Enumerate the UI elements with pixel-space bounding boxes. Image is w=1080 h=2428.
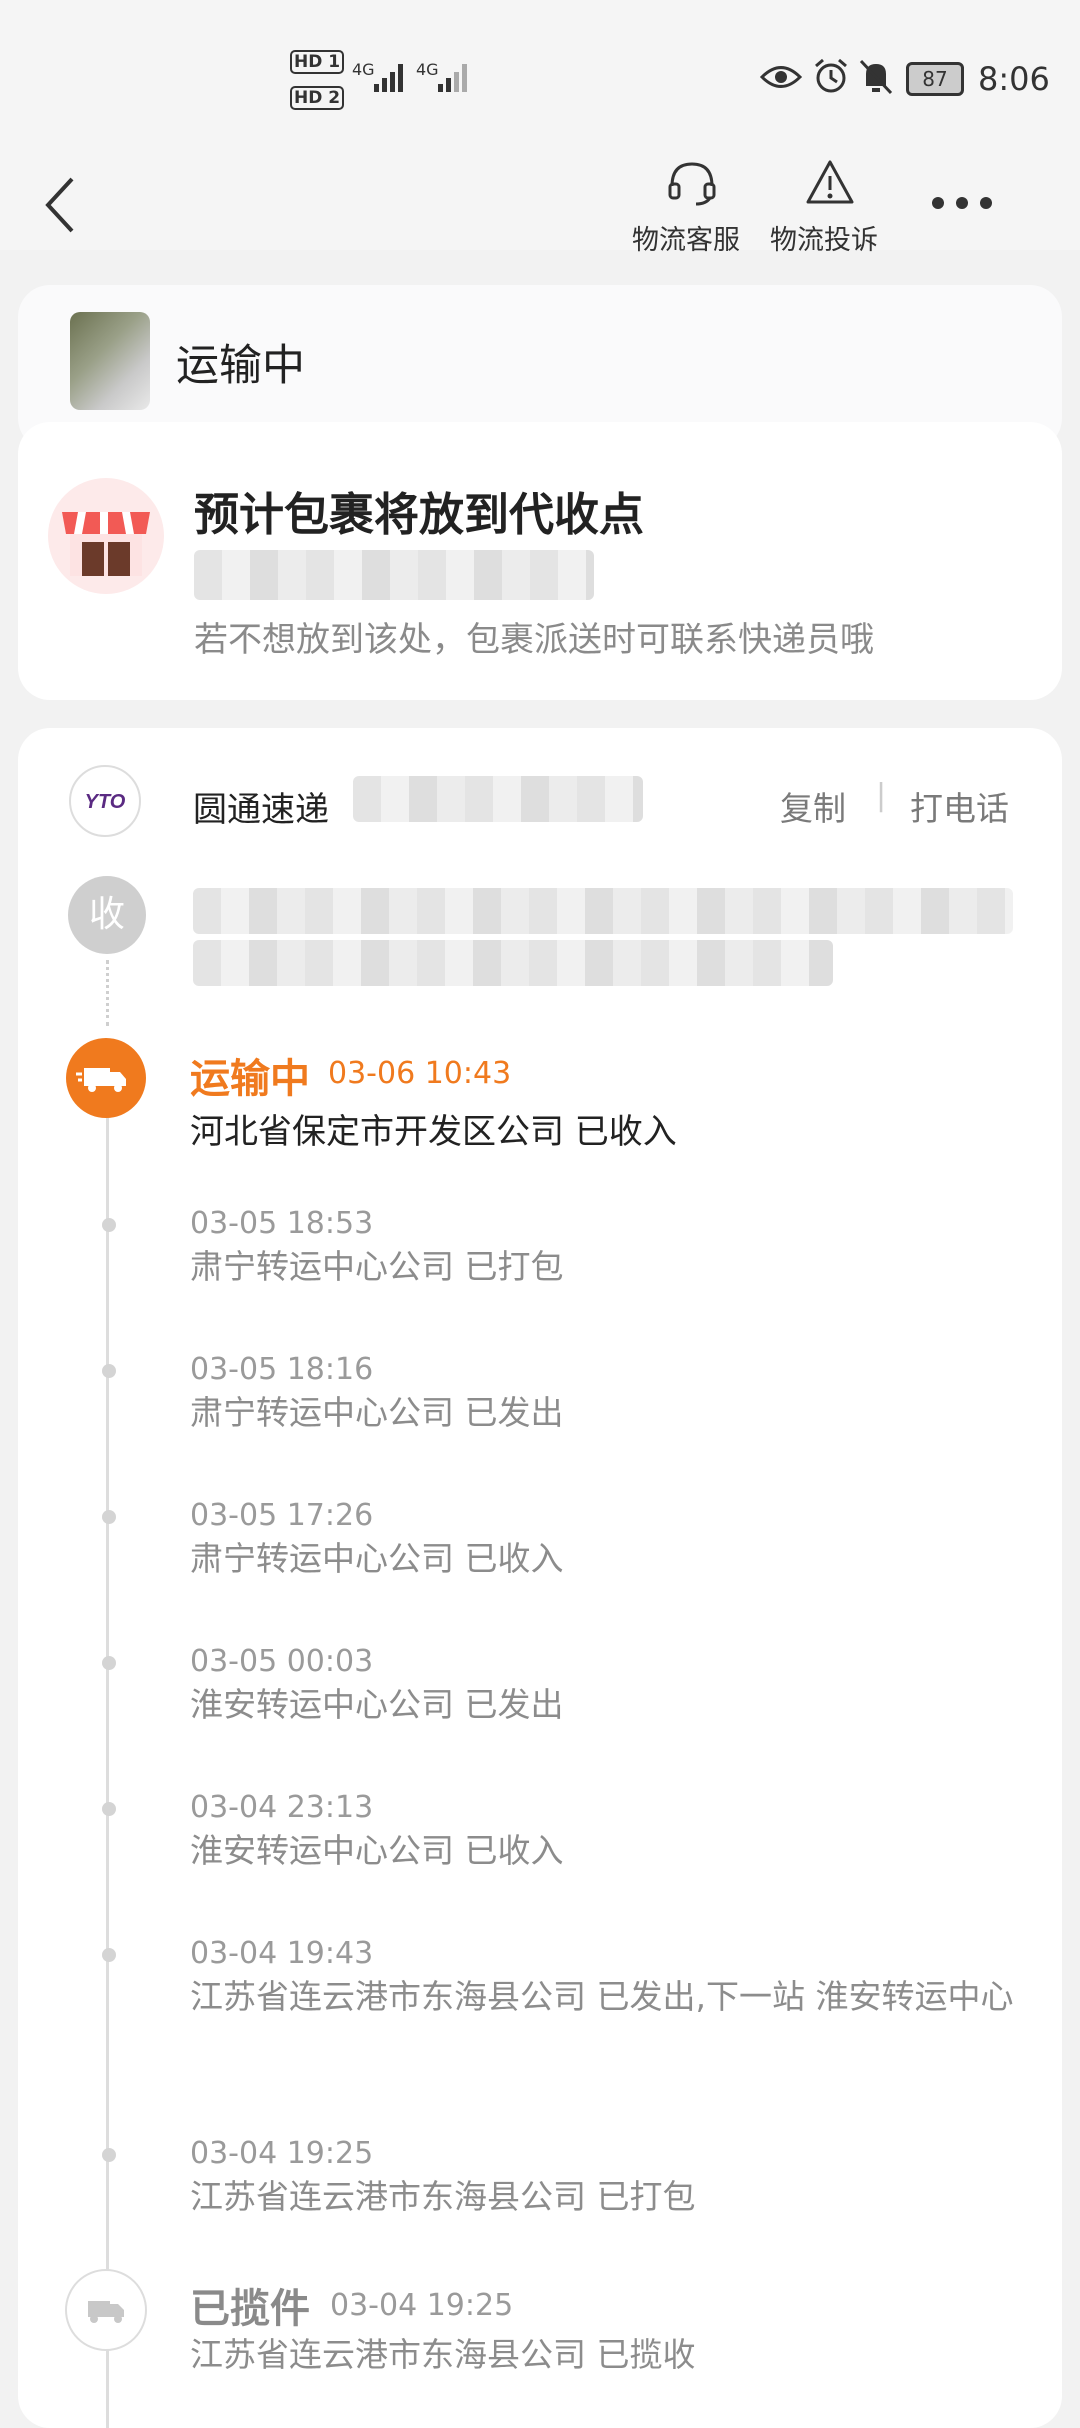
action-divider: | <box>876 778 887 813</box>
carrier-name: 圆通速递 <box>193 790 329 830</box>
headset-icon <box>668 162 716 206</box>
event-time: 03-05 00:03 <box>190 1644 374 1679</box>
event-desc: 淮安转运中心公司 已收入 <box>190 1831 564 1870</box>
pickup-truck-icon <box>65 2269 147 2351</box>
timeline-dot <box>102 1948 116 1962</box>
more-dot-icon <box>980 197 992 209</box>
clock: 8:06 <box>978 60 1050 98</box>
package-status-title: 运输中 <box>176 341 305 391</box>
logistics-complaint-label: 物流投诉 <box>770 225 878 256</box>
timeline-line <box>106 1068 109 2428</box>
timeline-dot <box>102 1656 116 1670</box>
truck-icon <box>66 1038 146 1118</box>
alarm-icon <box>815 58 847 93</box>
sim2-indicator: HD 2 <box>290 86 345 110</box>
delivery-title: 预计包裹将放到代收点 <box>194 488 645 541</box>
more-dot-icon <box>932 197 944 209</box>
logistics-service-button[interactable]: 物流客服 <box>630 158 752 258</box>
logistics-complaint-button[interactable]: 物流投诉 <box>768 158 890 258</box>
picked-up-desc: 江苏省连云港市东海县公司 已揽收 <box>190 2335 696 2374</box>
event-time: 03-04 23:13 <box>190 1790 374 1825</box>
mute-bell-icon <box>859 59 893 95</box>
address-redacted <box>194 550 594 600</box>
event-desc: 淮安转运中心公司 已发出 <box>190 1685 564 1724</box>
timeline-dot <box>102 1364 116 1378</box>
svg-text:YTO: YTO <box>85 791 126 813</box>
timeline-dot <box>102 1802 116 1816</box>
sim1-indicator: HD 1 <box>290 50 345 74</box>
event-time: 03-05 17:26 <box>190 1498 374 1533</box>
event-desc: 江苏省连云港市东海县公司 已打包 <box>190 2177 696 2216</box>
tracking-card: YTO 圆通速递 复制 | 打电话 收 运输中 03-06 10:43 河北省保… <box>18 728 1062 2428</box>
event-time: 03-05 18:53 <box>190 1206 374 1241</box>
receiver-address-redacted <box>193 888 1013 934</box>
timeline-dot <box>102 2148 116 2162</box>
copy-button[interactable]: 复制 <box>780 782 846 830</box>
current-time: 03-06 10:43 <box>328 1056 512 1091</box>
top-nav: 物流客服 物流投诉 <box>0 150 1080 256</box>
event-desc: 肃宁转运中心公司 已收入 <box>190 1539 564 1578</box>
logistics-service-label: 物流客服 <box>632 225 740 256</box>
event-desc: 肃宁转运中心公司 已打包 <box>190 1247 564 1286</box>
timeline-dot <box>102 1218 116 1232</box>
delivery-note: 若不想放到该处，包裹派送时可联系快递员哦 <box>194 620 874 660</box>
timeline-dot <box>102 1510 116 1524</box>
warning-icon <box>806 160 854 204</box>
back-arrow-icon[interactable] <box>40 175 80 235</box>
more-menu-button[interactable] <box>926 190 1002 220</box>
event-desc: 江苏省连云港市东海县公司 已发出,下一站 淮安转运中心 <box>190 1977 1014 2016</box>
battery-indicator: 87 <box>906 62 964 96</box>
yto-logo-icon: YTO <box>69 765 141 837</box>
picked-up-status: 已揽件 <box>190 2286 310 2332</box>
call-button[interactable]: 打电话 <box>910 782 1009 830</box>
signal-icon-2 <box>438 64 467 92</box>
current-desc: 河北省保定市开发区公司 已收入 <box>190 1112 677 1152</box>
signal-icon <box>374 64 403 92</box>
current-status: 运输中 <box>190 1056 310 1102</box>
tracking-number-redacted <box>353 776 643 822</box>
pickup-store-icon <box>48 478 164 594</box>
receiver-name-redacted <box>193 940 833 986</box>
event-time: 03-05 18:16 <box>190 1352 374 1387</box>
event-time: 03-04 19:43 <box>190 1936 374 1971</box>
timeline-dotted-line <box>106 960 109 1026</box>
more-dot-icon <box>956 197 968 209</box>
product-thumbnail <box>70 312 150 410</box>
picked-up-time: 03-04 19:25 <box>330 2288 514 2323</box>
status-bar: HD 1 HD 2 4G 4G 87 8:06 <box>0 0 1080 150</box>
eye-icon <box>760 66 802 88</box>
event-time: 03-04 19:25 <box>190 2136 374 2171</box>
delivery-point-card[interactable]: 预计包裹将放到代收点 若不想放到该处，包裹派送时可联系快递员哦 <box>18 422 1062 700</box>
event-desc: 肃宁转运中心公司 已发出 <box>190 1393 564 1432</box>
receiver-badge: 收 <box>68 876 146 954</box>
